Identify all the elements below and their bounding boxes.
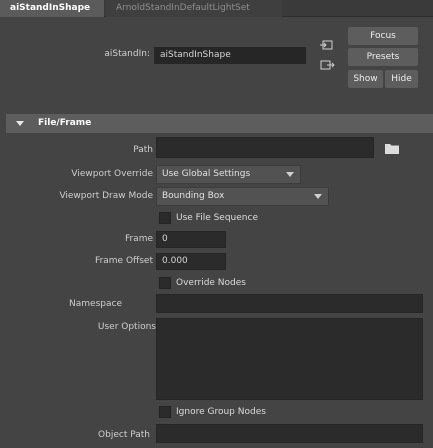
viewport-override-value: Use Global Settings [162, 169, 251, 179]
file-frame-section-header[interactable]: File/Frame [6, 114, 433, 133]
show-button[interactable]: Show [348, 70, 383, 88]
folder-icon[interactable] [384, 141, 400, 155]
viewport-override-dropdown[interactable]: Use Global Settings [156, 165, 301, 184]
output-connection-icon[interactable] [319, 58, 335, 72]
namespace-field[interactable] [156, 294, 423, 313]
override-nodes-checkbox[interactable] [159, 277, 171, 289]
override-nodes-label: Override Nodes [176, 278, 246, 288]
frame-offset-label: Frame Offset [95, 256, 153, 266]
input-connection-icon[interactable] [319, 38, 335, 52]
node-name-field[interactable]: aiStandInShape [154, 47, 306, 64]
section-title: File/Frame [38, 118, 92, 128]
tab-arnoldstandindefaultlightset[interactable]: ArnoldStandInDefaultLightSet [106, 0, 282, 17]
user-options-label: User Options [97, 322, 156, 332]
path-field[interactable] [156, 137, 374, 158]
node-name-label: aiStandIn: [104, 49, 150, 59]
path-label: Path [133, 145, 153, 155]
namespace-label: Namespace [69, 299, 122, 309]
chevron-down-icon [314, 194, 322, 199]
ignore-group-nodes-label: Ignore Group Nodes [176, 407, 266, 417]
tab-aistandinshape[interactable]: aiStandInShape [0, 0, 104, 17]
viewport-draw-mode-label: Viewport Draw Mode [59, 191, 153, 201]
viewport-override-label: Viewport Override [71, 169, 153, 179]
object-path-field[interactable] [156, 424, 423, 443]
triangle-down-icon [16, 121, 24, 126]
viewport-draw-mode-value: Bounding Box [162, 191, 225, 201]
chevron-down-icon [286, 172, 294, 177]
object-path-label: Object Path [98, 430, 150, 440]
user-options-textarea[interactable] [156, 318, 423, 400]
frame-offset-field[interactable]: 0.000 [156, 253, 226, 270]
viewport-draw-mode-dropdown[interactable]: Bounding Box [156, 187, 329, 206]
frame-label: Frame [124, 234, 153, 244]
use-file-sequence-checkbox[interactable] [159, 212, 171, 224]
frame-field[interactable]: 0 [156, 231, 226, 248]
presets-button[interactable]: Presets [348, 48, 418, 66]
ignore-group-nodes-checkbox[interactable] [159, 406, 171, 418]
focus-button[interactable]: Focus [348, 27, 418, 45]
hide-button[interactable]: Hide [385, 70, 418, 88]
use-file-sequence-label: Use File Sequence [176, 213, 258, 223]
